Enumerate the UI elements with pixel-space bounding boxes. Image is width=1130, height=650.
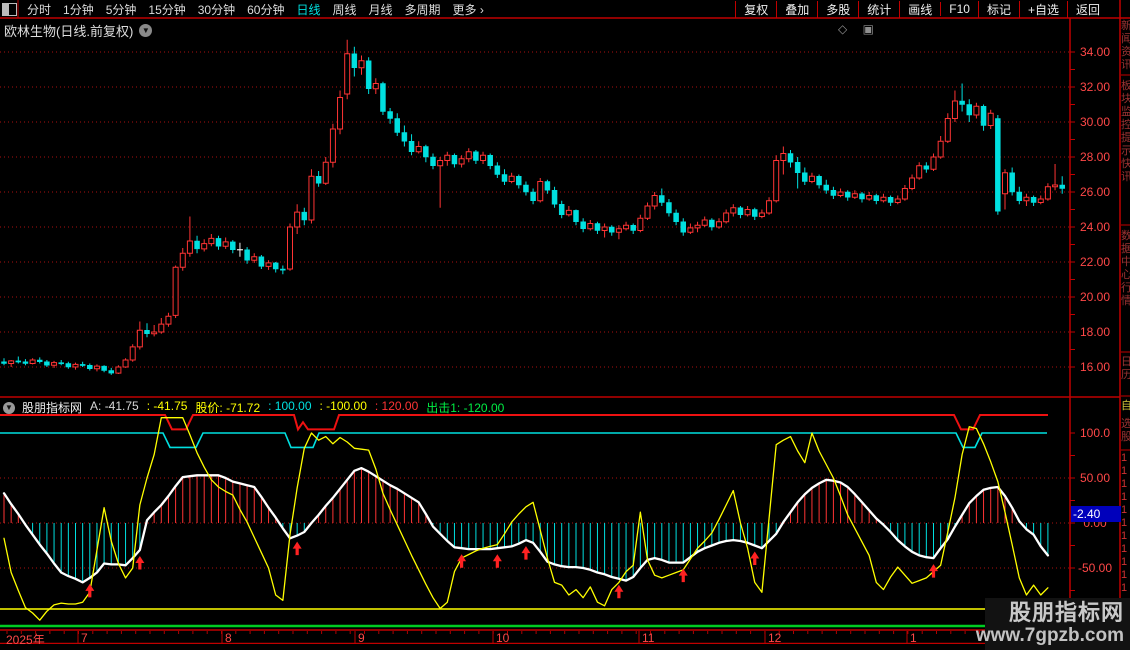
strip-section-5[interactable]: 选股	[1121, 418, 1130, 444]
strip-section-3[interactable]: 日历	[1121, 356, 1130, 382]
toolbar-button-+自选[interactable]: +自选	[1019, 1, 1067, 18]
indicator-yellow-price-line	[4, 418, 1048, 621]
tab-period-5分钟[interactable]: 5分钟	[106, 1, 137, 18]
indicator-value-3: 股价: -71.72	[195, 399, 260, 416]
watermark-site-name: 股朋指标网	[1009, 601, 1124, 625]
month-label-7: 7	[81, 631, 88, 645]
indicator-value-1: A: -41.75	[90, 399, 139, 416]
tab-period-周线[interactable]: 周线	[332, 1, 356, 18]
price-label-30.00: 30.00	[1072, 115, 1118, 129]
chart-title-row: 欧林生物(日线.前复权) ▼	[4, 21, 152, 40]
indicator-histogram	[4, 468, 1048, 582]
toolbar-button-统计[interactable]: 统计	[858, 1, 899, 18]
toolbar-button-叠加[interactable]: 叠加	[776, 1, 817, 18]
tab-period-多周期[interactable]: 多周期	[405, 1, 441, 18]
tab-period-分时[interactable]: 分时	[27, 1, 51, 18]
app-window: 分时 1分钟 5分钟 15分钟 30分钟 60分钟日线周线月线多周期更多 › 复权叠加多股…	[0, 0, 1130, 650]
tab-period-更多 ›[interactable]: 更多 ›	[453, 1, 484, 18]
toolbar-button-复权[interactable]: 复权	[735, 1, 776, 18]
watermark-url: www.7gpzb.com	[976, 625, 1124, 647]
panel-borders-and-ticks	[0, 0, 1130, 650]
indicator-level-lines	[0, 415, 1048, 626]
toolbar-button-标记[interactable]: 标记	[978, 1, 1019, 18]
main-gridlines	[0, 52, 1070, 367]
buy-signal-arrows	[85, 542, 938, 599]
month-label-8: 8	[225, 631, 232, 645]
bottom-panel-sliver	[0, 644, 1120, 650]
indicator-value-6: : 120.00	[375, 399, 418, 416]
tab-period-1分钟[interactable]: 1分钟	[63, 1, 94, 18]
price-label-24.00: 24.00	[1072, 220, 1118, 234]
chart-canvas	[0, 0, 1130, 650]
layout-split-icon[interactable]	[2, 3, 17, 16]
candlestick-series	[2, 40, 1065, 375]
price-label-28.00: 28.00	[1072, 150, 1118, 164]
month-label-9: 9	[358, 631, 365, 645]
chart-corner-icons[interactable]: ◇ ▣	[838, 22, 880, 36]
month-label-10: 10	[496, 631, 509, 645]
page-title: 欧林生物(日线.前复权)	[4, 21, 133, 40]
indicator-value-4: : 100.00	[268, 399, 311, 416]
indicator-values: 股朋指标网 A: -41.75 : -41.75 股价: -71.72 : 100.00…	[22, 399, 504, 416]
toolbar-button-返回[interactable]: 返回	[1067, 1, 1108, 18]
period-tabs: 分时 1分钟 5分钟 15分钟 30分钟 60分钟日线周线月线多周期更多 ›	[27, 1, 484, 18]
month-label-1: 1	[910, 631, 917, 645]
indicator-label-100.0: 100.0	[1072, 426, 1118, 440]
indicator-value-7: 出击1: -120.00	[426, 399, 504, 416]
price-label-34.00: 34.00	[1072, 45, 1118, 59]
watermark: 股朋指标网 www.7gpzb.com	[985, 598, 1130, 650]
toolbar-button-画线[interactable]: 画线	[899, 1, 940, 18]
indicator-label-50.00: 50.00	[1072, 471, 1118, 485]
tab-period-60分钟[interactable]: 60分钟	[247, 1, 284, 18]
strip-section-0[interactable]: 新闻资讯	[1121, 20, 1130, 72]
toolbar-button-F10[interactable]: F10	[940, 2, 978, 16]
indicator-label--50.00: -50.00	[1072, 561, 1118, 575]
strip-section-2[interactable]: 数据中心行情	[1121, 230, 1130, 308]
tab-period-月线[interactable]: 月线	[369, 1, 393, 18]
price-label-16.00: 16.00	[1072, 360, 1118, 374]
month-label-11: 11	[642, 631, 654, 645]
tab-period-30分钟[interactable]: 30分钟	[198, 1, 235, 18]
tab-period-15分钟[interactable]: 15分钟	[148, 1, 185, 18]
indicator-collapse-icon[interactable]: ▼	[3, 402, 15, 414]
toolbar-actions: 复权叠加多股统计画线F10标记+自选返回	[735, 0, 1108, 18]
toolbar-button-多股[interactable]: 多股	[817, 1, 858, 18]
indicator-header: ▼ 股朋指标网 A: -41.75 : -41.75 股价: -71.72 : 100.…	[3, 399, 504, 416]
strip-section-4[interactable]: 自	[1121, 400, 1130, 413]
date-axis[interactable]: 2025年 7891011121	[0, 631, 1120, 644]
strip-section-6[interactable]: 11111111111	[1121, 452, 1130, 595]
month-label-12: 12	[768, 631, 781, 645]
indicator-value-5: : -100.00	[320, 399, 367, 416]
indicator-white-a-line	[4, 468, 1048, 582]
price-label-22.00: 22.00	[1072, 255, 1118, 269]
indicator-value-2: : -41.75	[147, 399, 188, 416]
price-label-20.00: 20.00	[1072, 290, 1118, 304]
chevron-down-icon[interactable]: ▼	[139, 24, 152, 37]
indicator-gridlines	[0, 478, 1070, 568]
right-sidebar-strip[interactable]: 新闻资讯板块监控提示快讯数据中心行情日历自选股 11111111111	[1121, 0, 1130, 650]
indicator-value-0: 股朋指标网	[22, 399, 82, 416]
price-label-32.00: 32.00	[1072, 80, 1118, 94]
top-toolbar: 分时 1分钟 5分钟 15分钟 30分钟 60分钟日线周线月线多周期更多 › 复权叠加多股…	[0, 0, 1130, 18]
price-label-26.00: 26.00	[1072, 185, 1118, 199]
tab-period-日线[interactable]: 日线	[296, 1, 320, 18]
strip-section-1[interactable]: 板块监控提示快讯	[1121, 80, 1130, 184]
price-label-18.00: 18.00	[1072, 325, 1118, 339]
current-value-box: -2.40	[1071, 506, 1121, 522]
